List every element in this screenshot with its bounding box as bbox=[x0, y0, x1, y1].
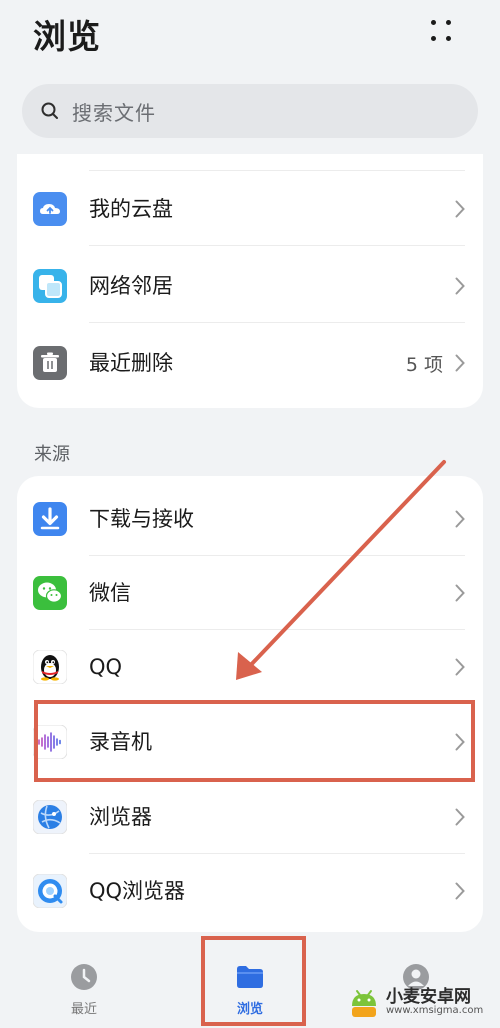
search-input[interactable]: 搜索文件 bbox=[22, 84, 478, 138]
tab-label: 最近 bbox=[70, 1002, 97, 1017]
source-item-wechat[interactable]: 微信 bbox=[17, 556, 483, 630]
chevron-right-icon bbox=[455, 277, 465, 295]
qq-browser-icon bbox=[33, 874, 67, 908]
sources-section-title: 来源 bbox=[34, 444, 70, 465]
location-item-recently-deleted[interactable]: 最近删除 5 项 bbox=[17, 326, 483, 400]
location-label: 网络邻居 bbox=[89, 274, 173, 298]
search-placeholder: 搜索文件 bbox=[72, 100, 156, 125]
source-label: 微信 bbox=[89, 581, 131, 605]
source-item-download[interactable]: 下载与接收 bbox=[17, 482, 483, 556]
chevron-right-icon bbox=[455, 882, 465, 900]
source-item-qq-browser[interactable]: QQ浏览器 bbox=[17, 854, 483, 928]
browser-globe-icon bbox=[33, 800, 67, 834]
search-icon bbox=[41, 102, 58, 119]
chevron-right-icon bbox=[455, 733, 465, 751]
source-label: 下载与接收 bbox=[89, 507, 194, 531]
chevron-right-icon bbox=[455, 584, 465, 602]
clock-icon bbox=[71, 964, 97, 990]
chevron-right-icon bbox=[455, 354, 465, 372]
network-neighbor-icon bbox=[33, 269, 67, 303]
cloud-drive-icon bbox=[33, 192, 67, 226]
locations-card: 我的云盘 网络邻居 最近删除 5 项 bbox=[17, 154, 483, 408]
tab-recent[interactable]: 最近 bbox=[24, 948, 144, 1028]
tab-browse[interactable]: 浏览 bbox=[190, 948, 310, 1028]
source-label: QQ bbox=[89, 655, 123, 679]
qq-penguin-icon bbox=[33, 650, 67, 684]
chevron-right-icon bbox=[455, 200, 465, 218]
source-label: 录音机 bbox=[89, 730, 152, 754]
page-title: 浏览 bbox=[33, 17, 101, 56]
source-item-qq[interactable]: QQ bbox=[17, 630, 483, 704]
android-logo-icon bbox=[352, 990, 376, 1017]
sources-card: 下载与接收 微信 QQ 录音机 浏览器 QQ浏览器 bbox=[17, 476, 483, 932]
location-item-network-neighbor[interactable]: 网络邻居 bbox=[17, 249, 483, 323]
more-grid-icon[interactable] bbox=[428, 16, 458, 46]
chevron-right-icon bbox=[455, 658, 465, 676]
watermark-logo: 小麦安卓网 www.xmsigma.com bbox=[346, 980, 496, 1026]
location-item-cloud-drive[interactable]: 我的云盘 bbox=[17, 172, 483, 246]
download-icon bbox=[33, 502, 67, 536]
watermark-title: 小麦安卓网 bbox=[386, 987, 471, 1007]
folder-icon bbox=[237, 966, 263, 988]
source-label: 浏览器 bbox=[89, 805, 152, 829]
source-item-browser[interactable]: 浏览器 bbox=[17, 780, 483, 854]
chevron-right-icon bbox=[455, 808, 465, 826]
location-label: 最近删除 bbox=[89, 351, 173, 375]
chevron-right-icon bbox=[455, 510, 465, 528]
wechat-icon bbox=[33, 576, 67, 610]
source-item-voice-recorder[interactable]: 录音机 bbox=[17, 705, 483, 779]
source-label: QQ浏览器 bbox=[89, 879, 186, 903]
tab-label: 浏览 bbox=[236, 1002, 263, 1017]
voice-recorder-icon bbox=[33, 725, 67, 759]
trash-icon bbox=[33, 346, 67, 380]
watermark-url: www.xmsigma.com bbox=[386, 1005, 484, 1016]
location-label: 我的云盘 bbox=[89, 197, 173, 221]
header: 浏览 bbox=[0, 0, 500, 78]
item-count: 5 项 bbox=[405, 354, 443, 376]
